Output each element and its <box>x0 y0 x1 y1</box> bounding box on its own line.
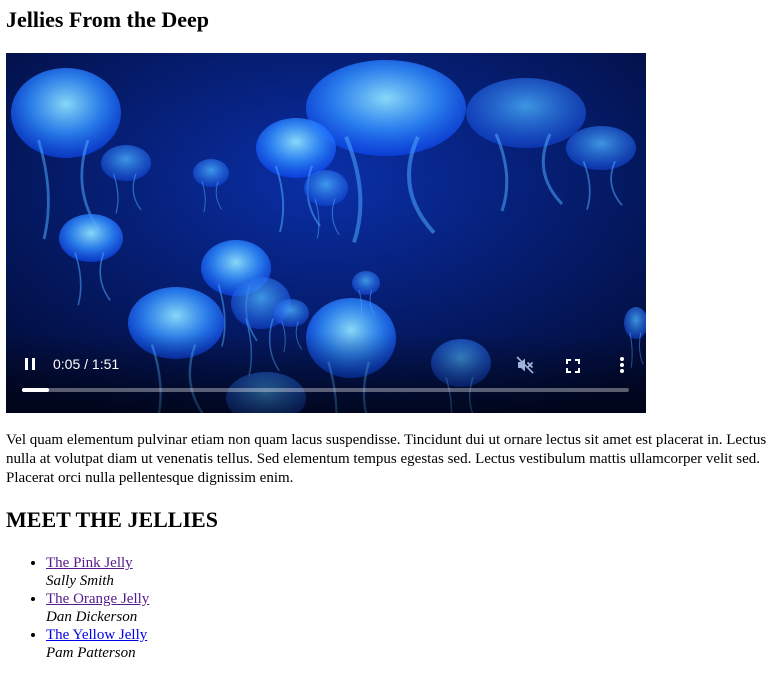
jellyfish-shape <box>352 271 380 295</box>
video-player[interactable]: 0:05 / 1:51 <box>6 53 646 413</box>
jelly-author: Pam Patterson <box>46 645 136 661</box>
jellyfish-shape <box>256 118 336 178</box>
jellyfish-shape <box>193 159 229 187</box>
volume-muted-icon[interactable] <box>515 355 535 375</box>
jelly-link-yellow[interactable]: The Yellow Jelly <box>46 627 147 643</box>
fullscreen-icon[interactable] <box>563 356 583 376</box>
progress-bar[interactable] <box>22 388 629 392</box>
controls-shade <box>6 333 646 413</box>
jellyfish-shape <box>304 170 348 206</box>
pause-icon[interactable] <box>22 355 40 373</box>
page-title: Jellies From the Deep <box>6 7 210 32</box>
jellyfish-shape <box>273 299 309 327</box>
list-item: The Orange Jelly Dan Dickerson <box>46 590 149 626</box>
jelly-link-orange[interactable]: The Orange Jelly <box>46 591 149 607</box>
intro-paragraph: Vel quam elementum pulvinar etiam non qu… <box>6 432 767 486</box>
progress-fill <box>22 388 50 392</box>
jelly-author: Dan Dickerson <box>46 609 138 625</box>
jellyfish-shape <box>59 214 123 262</box>
jelly-author: Sally Smith <box>46 573 114 589</box>
jellyfish-shape <box>11 68 121 158</box>
list-item: The Yellow Jelly Pam Patterson <box>46 626 149 662</box>
jellyfish-shape <box>101 145 151 181</box>
jellyfish-shape <box>466 78 586 148</box>
jellyfish-shape <box>566 126 636 170</box>
jelly-list: The Pink Jelly Sally Smith The Orange Je… <box>6 554 149 662</box>
list-item: The Pink Jelly Sally Smith <box>46 554 149 590</box>
jelly-link-pink[interactable]: The Pink Jelly <box>46 555 133 571</box>
time-display: 0:05 / 1:51 <box>53 356 120 372</box>
more-vertical-icon[interactable] <box>612 355 632 375</box>
section-heading: MEET THE JELLIES <box>6 507 218 532</box>
